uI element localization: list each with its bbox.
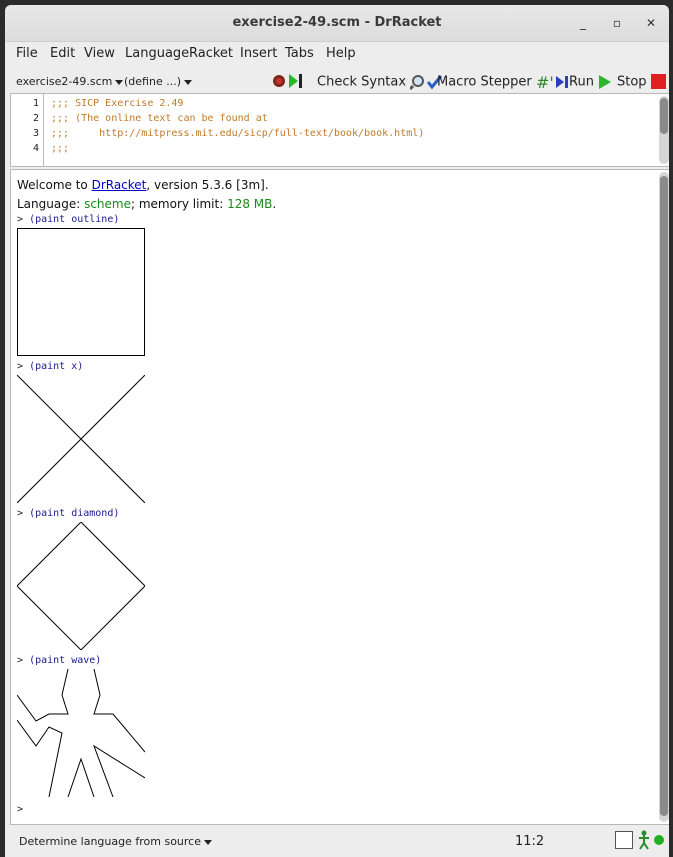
command-text: (paint wave) xyxy=(29,655,102,666)
run-icon xyxy=(599,75,612,89)
diamond-painter-output xyxy=(17,522,145,650)
menu-bar: File Edit View Language Racket Insert Ta… xyxy=(5,42,669,66)
welcome-line: Welcome to DrRacket, version 5.3.6 [3m]. xyxy=(17,178,269,192)
language-selector[interactable]: Determine language from source xyxy=(19,835,212,848)
welcome-prefix: Welcome to xyxy=(17,178,92,192)
menu-racket[interactable]: Racket xyxy=(189,46,233,61)
chevron-down-icon xyxy=(204,839,212,845)
repl-prompt[interactable]: > xyxy=(17,804,23,815)
repl-command: > (paint diamond) xyxy=(17,508,119,519)
chevron-down-icon xyxy=(115,79,124,85)
chevron-down-icon xyxy=(184,79,192,85)
prompt: > xyxy=(17,508,24,519)
language-selector-label: Determine language from source xyxy=(19,835,201,848)
menu-view[interactable]: View xyxy=(84,46,115,61)
welcome-suffix: , version 5.3.6 [3m]. xyxy=(146,178,269,192)
menu-language[interactable]: Language xyxy=(125,46,189,61)
toolbar: exercise2-49.scm (define ...) Check Synt… xyxy=(5,67,669,95)
close-button[interactable]: ✕ xyxy=(642,14,660,32)
status-box xyxy=(615,831,633,849)
repl-command: > (paint outline) xyxy=(17,214,119,225)
file-dropdown[interactable]: exercise2-49.scm xyxy=(16,75,124,88)
memory-limit: 128 MB xyxy=(227,197,273,211)
code-line: ;;; SICP Exercise 2.49 xyxy=(51,98,184,109)
line-number: 2 xyxy=(32,113,39,124)
interactions-pane[interactable]: Welcome to DrRacket, version 5.3.6 [3m].… xyxy=(10,169,669,825)
memory-prefix: ; memory limit: xyxy=(131,197,228,211)
stop-label: Stop xyxy=(617,74,647,90)
menu-insert[interactable]: Insert xyxy=(240,46,277,61)
recycle-figure-icon xyxy=(639,830,649,850)
run-button[interactable]: Run xyxy=(569,74,612,90)
minimize-button[interactable]: _ xyxy=(574,14,592,32)
repl-scrollbar-thumb[interactable] xyxy=(660,176,668,816)
prompt: > xyxy=(17,214,24,225)
check-syntax-label: Check Syntax xyxy=(317,74,407,90)
macro-stepper-button[interactable]: Macro Stepper #' xyxy=(437,73,570,92)
drracket-link[interactable]: DrRacket xyxy=(92,178,147,192)
command-text: (paint x) xyxy=(29,361,84,372)
language-line: Language: scheme; memory limit: 128 MB. xyxy=(17,197,276,211)
svg-text:#': #' xyxy=(536,74,554,90)
line-number: 4 xyxy=(32,143,39,154)
menu-tabs[interactable]: Tabs xyxy=(285,46,314,61)
language-end: . xyxy=(272,197,277,211)
code-line: ;;; xyxy=(51,143,70,154)
definitions-editor[interactable]: 1 2 3 4 ;;; SICP Exercise 2.49 ;;; (The … xyxy=(10,93,669,167)
wave-painter-output xyxy=(17,669,145,797)
define-dropdown-label: (define ...) xyxy=(124,75,181,88)
stop-button[interactable]: Stop xyxy=(617,74,667,90)
line-number-gutter: 1 2 3 4 xyxy=(11,94,44,166)
macro-stepper-label: Macro Stepper xyxy=(437,74,532,90)
menu-help[interactable]: Help xyxy=(326,46,356,61)
menu-file[interactable]: File xyxy=(16,46,38,61)
menu-edit[interactable]: Edit xyxy=(50,46,75,61)
cursor-position: 11:2 xyxy=(515,834,545,849)
repl-command: > (paint x) xyxy=(17,361,83,372)
line-number: 1 xyxy=(32,98,39,109)
prompt: > xyxy=(17,361,24,372)
status-bar: Determine language from source 11:2 xyxy=(5,825,669,857)
code-line: ;;; http://mitpress.mit.edu/sicp/full-te… xyxy=(51,128,425,139)
editor-scrollbar[interactable] xyxy=(659,96,669,164)
window-title: exercise2-49.scm - DrRacket xyxy=(232,15,442,30)
file-dropdown-label: exercise2-49.scm xyxy=(16,75,113,88)
command-text: (paint diamond) xyxy=(29,508,120,519)
status-light-icon xyxy=(654,835,664,845)
stop-icon xyxy=(650,74,666,89)
line-number: 3 xyxy=(32,128,39,139)
repl-scrollbar[interactable] xyxy=(659,172,669,822)
prompt: > xyxy=(17,655,24,666)
title-bar: exercise2-49.scm - DrRacket _ ▫ ✕ xyxy=(5,5,669,42)
editor-scrollbar-thumb[interactable] xyxy=(660,98,668,134)
macro-stepper-icon: #' xyxy=(536,73,568,92)
command-text: (paint outline) xyxy=(29,214,120,225)
define-dropdown[interactable]: (define ...) xyxy=(124,75,192,88)
check-syntax-button[interactable]: Check Syntax xyxy=(317,74,444,91)
repl-command: > (paint wave) xyxy=(17,655,101,666)
run-label: Run xyxy=(569,74,594,90)
maximize-button[interactable]: ▫ xyxy=(608,14,626,32)
x-painter-output xyxy=(17,375,145,503)
outline-painter-output xyxy=(17,228,145,356)
drracket-window: exercise2-49.scm - DrRacket _ ▫ ✕ File E… xyxy=(5,5,669,857)
language-name: scheme xyxy=(84,197,131,211)
language-prefix: Language: xyxy=(17,197,85,211)
code-line: ;;; (The online text can be found at xyxy=(51,113,268,124)
debug-button[interactable] xyxy=(271,72,305,93)
debug-icon xyxy=(273,74,302,88)
